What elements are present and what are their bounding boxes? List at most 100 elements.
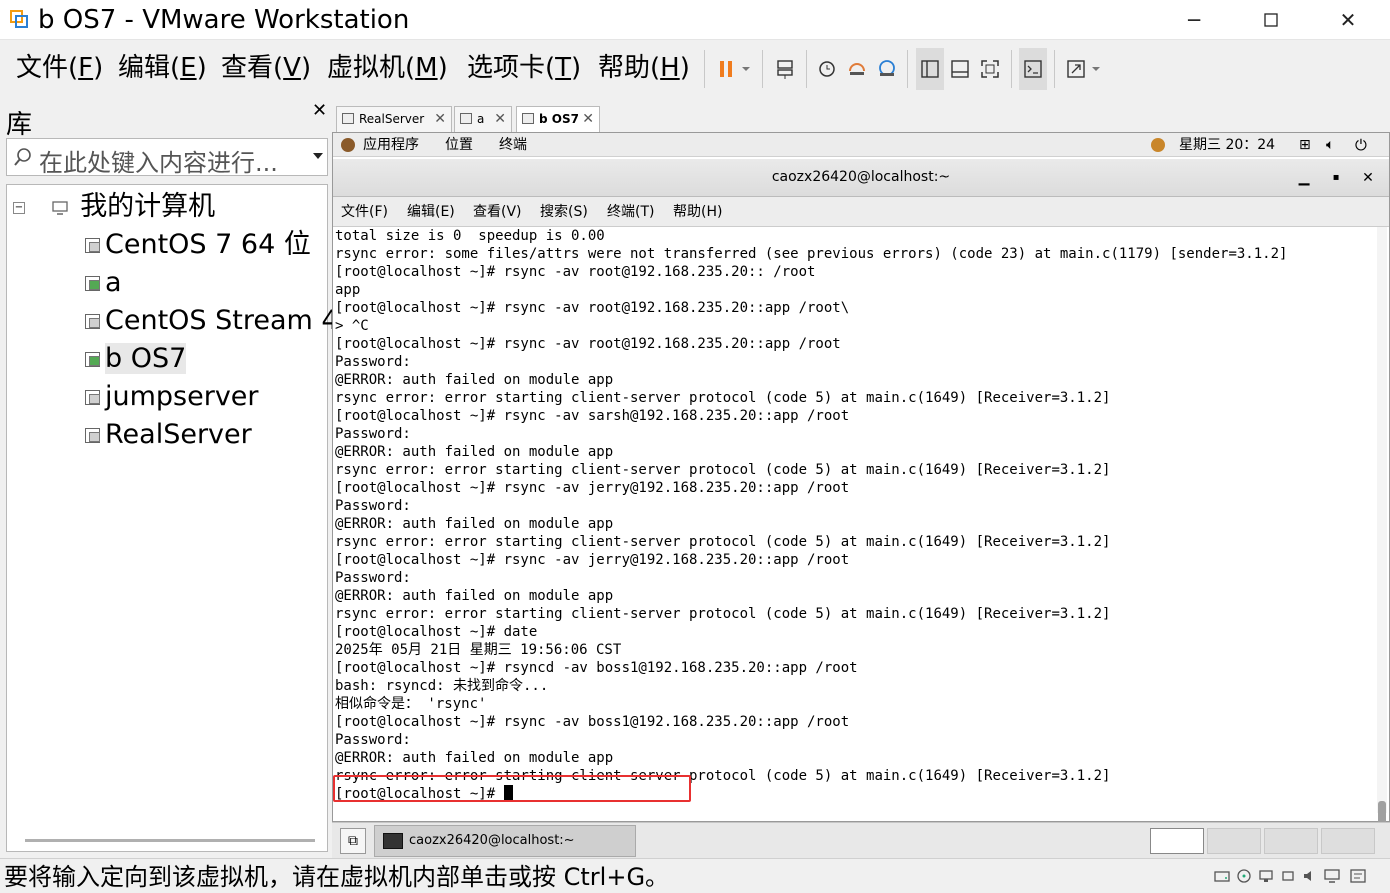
- terminal-line: rsync error: error starting client-serve…: [335, 390, 1111, 406]
- send-ctrl-alt-del-button[interactable]: [770, 48, 800, 90]
- menu-view[interactable]: 查看(V): [221, 50, 311, 86]
- stretch-guest-button[interactable]: [1062, 48, 1106, 90]
- gnome-terminal-menu[interactable]: 终端: [499, 133, 527, 157]
- menu-tabs[interactable]: 选项卡(T): [467, 50, 581, 86]
- menu-help[interactable]: 帮助(H): [598, 50, 690, 86]
- usb-icon[interactable]: [1280, 869, 1296, 883]
- terminal-menu-view[interactable]: 查看(V): [473, 197, 522, 227]
- display-icon[interactable]: [1324, 869, 1340, 883]
- vm-icon: [85, 314, 100, 329]
- terminal-line: @ERROR: auth failed on module app: [335, 444, 614, 460]
- show-desktop-button[interactable]: ⧉: [340, 828, 366, 854]
- terminal-line: Password:: [335, 498, 411, 514]
- console-view-button[interactable]: [1019, 48, 1047, 90]
- toolbar-separator: [1054, 50, 1055, 88]
- window-title: b OS7 - VMware Workstation: [38, 5, 410, 35]
- toolbar-separator: [907, 50, 908, 88]
- terminal-line: rsync error: some files/attrs were not t…: [335, 246, 1288, 262]
- terminal-line: Password:: [335, 732, 411, 748]
- menu-edit[interactable]: 编辑(E): [118, 50, 207, 86]
- dropdown-arrow-icon[interactable]: [313, 153, 323, 161]
- show-desktop-icon: ⧉: [348, 833, 358, 849]
- search-placeholder: 在此处键入内容进行...: [39, 149, 278, 177]
- terminal-line: [root@localhost ~]# date: [335, 624, 538, 640]
- revert-snapshot-button[interactable]: [844, 48, 870, 90]
- gnome-applications-menu[interactable]: 应用程序: [363, 133, 419, 157]
- terminal-close-button[interactable]: ✕: [1357, 167, 1379, 189]
- fullscreen-button[interactable]: [976, 48, 1004, 90]
- terminal-minimize-button[interactable]: ▁: [1293, 167, 1315, 189]
- pause-button[interactable]: [712, 48, 756, 90]
- cd-drive-icon[interactable]: [1236, 869, 1252, 883]
- terminal-line: [root@localhost ~]# rsync -av boss1@192.…: [335, 714, 850, 730]
- snapshot-button[interactable]: [814, 48, 840, 90]
- message-log-icon[interactable]: [1350, 869, 1366, 883]
- search-icon: [14, 148, 31, 166]
- gnome-places-menu[interactable]: 位置: [445, 133, 473, 157]
- tab-close-icon[interactable]: ✕: [582, 107, 594, 131]
- vm-icon: [85, 238, 100, 253]
- tree-vm-centos7[interactable]: CentOS 7 64 位: [85, 227, 311, 263]
- gnome-clock[interactable]: 星期三 20：24: [1179, 133, 1275, 157]
- library-search-input[interactable]: 在此处键入内容进行...: [6, 138, 328, 177]
- menu-toolbar: 文件(F) 编辑(E) 查看(V) 虚拟机(M) 选项卡(T) 帮助(H): [0, 40, 1390, 98]
- hard-disk-icon[interactable]: [1214, 869, 1230, 883]
- terminal-line: rsync error: error starting client-serve…: [335, 462, 1111, 478]
- network-adapter-icon[interactable]: [1258, 869, 1274, 883]
- minimize-icon: ─: [1187, 8, 1201, 32]
- tab-realserver[interactable]: RealServer ✕: [336, 106, 452, 132]
- maximize-button[interactable]: [1247, 0, 1295, 40]
- vm-tab-icon: [460, 113, 472, 124]
- thumbnail-bar-button[interactable]: [946, 48, 974, 90]
- workspace-1[interactable]: [1150, 828, 1204, 854]
- tree-vm-realserver[interactable]: RealServer: [85, 417, 252, 453]
- power-icon[interactable]: ⏻: [1355, 133, 1367, 157]
- tab-b-os7[interactable]: b OS7 ✕: [516, 106, 600, 132]
- terminal-scrollbar[interactable]: [1377, 227, 1387, 861]
- workspace-3[interactable]: [1264, 828, 1318, 854]
- tab-a[interactable]: a ✕: [454, 106, 512, 132]
- running-vm-icon: [85, 276, 100, 291]
- library-panel: 库 ✕ 在此处键入内容进行... − 我的计算机 CentOS 7 64 位 a…: [0, 98, 339, 858]
- terminal-line: [root@localhost ~]# rsync -av sarsh@192.…: [335, 408, 850, 424]
- taskbar-terminal-window[interactable]: caozx26420@localhost:~: [374, 825, 636, 857]
- volume-icon[interactable]: 🔈︎: [1326, 133, 1334, 157]
- error-highlight-box: [333, 775, 691, 802]
- tree-vm-centos-stream[interactable]: CentOS Stream 4: [85, 303, 339, 339]
- revert-snapshot-icon: [849, 63, 865, 75]
- snapshot-manager-icon: [879, 60, 895, 76]
- workspace-2[interactable]: [1207, 828, 1261, 854]
- close-button[interactable]: ✕: [1324, 0, 1372, 40]
- keyboard-send-icon: [777, 60, 793, 79]
- running-vm-icon: [85, 352, 100, 367]
- tree-root-my-computer[interactable]: − 我的计算机: [13, 189, 215, 225]
- tree-vm-jumpserver[interactable]: jumpserver: [85, 379, 259, 415]
- toolbar-separator: [704, 50, 705, 88]
- close-icon: ✕: [1339, 8, 1357, 32]
- sound-card-icon[interactable]: [1302, 869, 1318, 883]
- network-icon[interactable]: ⊞: [1299, 133, 1311, 157]
- snapshot-icon: [819, 61, 835, 77]
- menu-file[interactable]: 文件(F): [16, 50, 103, 86]
- terminal-maximize-button[interactable]: ▪: [1325, 167, 1347, 189]
- terminal-output[interactable]: total size is 0 speedup is 0.00 rsync err…: [333, 227, 1375, 813]
- tab-close-icon[interactable]: ✕: [494, 107, 506, 131]
- minimize-button[interactable]: ─: [1170, 0, 1218, 40]
- tree-horizontal-scrollbar[interactable]: [25, 839, 315, 842]
- terminal-menu-terminal[interactable]: 终端(T): [607, 197, 654, 227]
- tab-close-icon[interactable]: ✕: [434, 107, 446, 131]
- collapse-icon[interactable]: −: [13, 201, 25, 214]
- library-view-icon: [921, 60, 939, 78]
- snapshot-manager-button[interactable]: [874, 48, 900, 90]
- terminal-menu-file[interactable]: 文件(F): [341, 197, 388, 227]
- terminal-menu-edit[interactable]: 编辑(E): [407, 197, 455, 227]
- menu-vm[interactable]: 虚拟机(M): [327, 50, 448, 86]
- tree-vm-a[interactable]: a: [85, 265, 122, 301]
- library-close-button[interactable]: ✕: [312, 100, 327, 121]
- tree-vm-b-os7[interactable]: b OS7: [85, 341, 187, 377]
- show-library-button[interactable]: [916, 48, 944, 90]
- terminal-menu-search[interactable]: 搜索(S): [540, 197, 588, 227]
- workspace-4[interactable]: [1321, 828, 1375, 854]
- guest-screen[interactable]: 应用程序 位置 终端 星期三 20：24 ⊞ 🔈︎ ⏻ caozx26420@l…: [332, 132, 1390, 861]
- terminal-menu-help[interactable]: 帮助(H): [673, 197, 722, 227]
